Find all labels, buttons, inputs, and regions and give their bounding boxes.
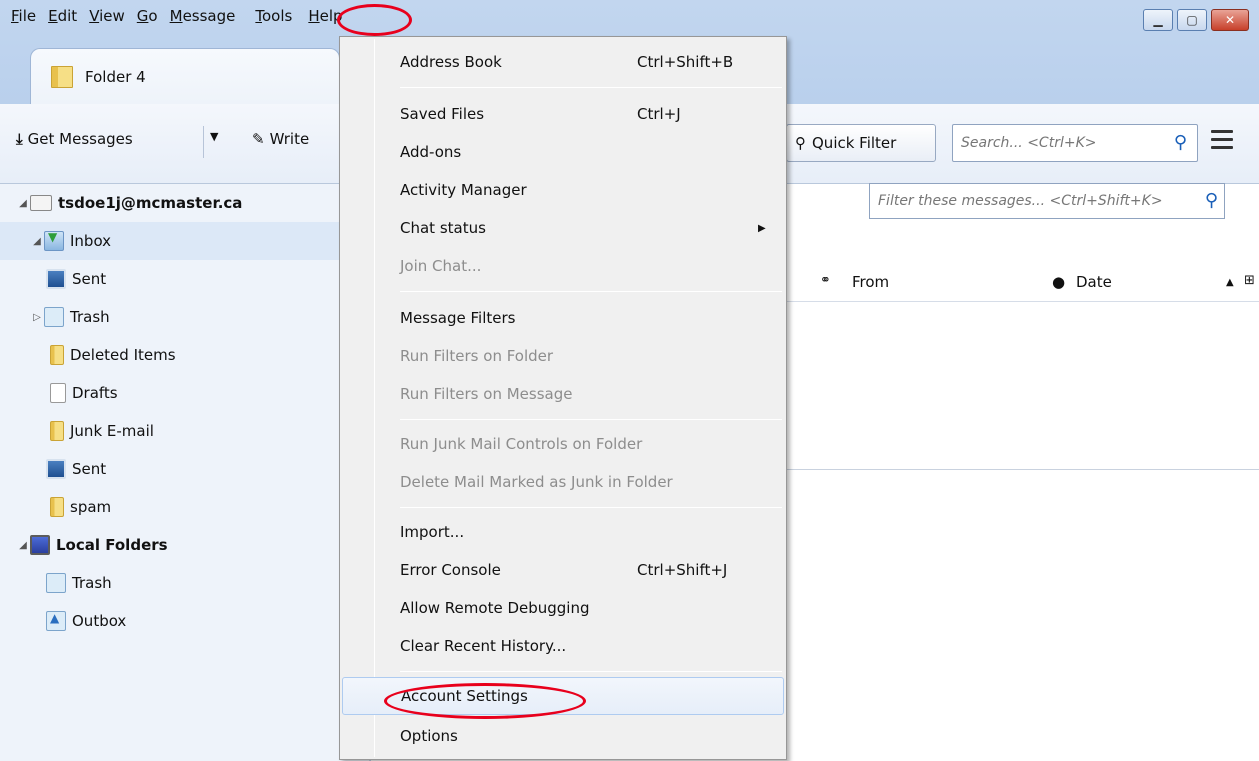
folder-junk-email[interactable]: Junk E-mail: [50, 412, 154, 450]
maximize-icon[interactable]: ▢: [1177, 9, 1207, 31]
menu-item-add-ons[interactable]: Add-ons: [342, 133, 784, 171]
menubar: File Edit View Go Message Tools Help: [0, 0, 1259, 34]
menu-view[interactable]: View: [84, 6, 130, 28]
sent-icon: [46, 269, 66, 289]
menu-separator: [400, 87, 782, 88]
tab-folder[interactable]: Folder 4: [30, 48, 340, 104]
local-folder-outbox[interactable]: Outbox: [46, 602, 126, 640]
menu-item-delete-junk: Delete Mail Marked as Junk in Folder: [400, 473, 673, 491]
account-settings-highlight-circle: [384, 683, 586, 719]
drafts-icon: [50, 383, 66, 403]
menu-item-import[interactable]: Import...: [342, 513, 784, 551]
toolbar-separator: [203, 126, 204, 158]
folder-icon: [50, 497, 64, 517]
menu-item-activity-manager[interactable]: Activity Manager: [342, 171, 784, 209]
menu-item-chat-status[interactable]: Chat status ▶: [342, 209, 784, 247]
menu-separator: [400, 507, 782, 508]
menu-item-address-book[interactable]: Address Book Ctrl+Shift+B: [342, 43, 784, 81]
junk-status-icon[interactable]: ●: [1052, 273, 1065, 291]
search-input[interactable]: Search... <Ctrl+K> ⚲: [952, 124, 1198, 162]
menu-item-join-chat: Join Chat...: [400, 257, 482, 275]
menu-item-options[interactable]: Options: [342, 717, 784, 755]
menu-item-message-filters[interactable]: Message Filters: [342, 299, 784, 337]
trash-icon: [46, 573, 66, 593]
folder-trash[interactable]: ▷ Trash: [30, 298, 110, 336]
folder-pane: ◢ tsdoe1j@mcmaster.ca ◢ Inbox Sent ▷ Tra…: [0, 184, 370, 761]
search-icon[interactable]: ⚲: [1205, 190, 1218, 211]
tools-menu: Address Book Ctrl+Shift+B Saved Files Ct…: [339, 36, 787, 760]
minimize-icon[interactable]: ▁: [1143, 9, 1173, 31]
folder-icon: [51, 65, 73, 88]
menu-item-run-junk-controls: Run Junk Mail Controls on Folder: [400, 435, 643, 453]
folder-inbox[interactable]: ◢ Inbox: [0, 222, 370, 260]
window-controls: ▁ ▢ ✕: [1143, 9, 1249, 31]
collapse-arrow-icon[interactable]: ◢: [16, 540, 30, 551]
menu-item-clear-history[interactable]: Clear Recent History...: [342, 627, 784, 665]
menu-separator: [400, 671, 782, 672]
folder-sent-2[interactable]: Sent: [46, 450, 106, 488]
menu-item-remote-debugging[interactable]: Allow Remote Debugging: [342, 589, 784, 627]
collapse-arrow-icon[interactable]: ◢: [16, 198, 30, 209]
search-icon[interactable]: ⚲: [1174, 132, 1187, 153]
menu-item-run-filters-message: Run Filters on Message: [400, 385, 573, 403]
expand-arrow-icon[interactable]: ▷: [30, 312, 44, 323]
local-folder-trash[interactable]: Trash: [46, 564, 112, 602]
column-date[interactable]: Date: [1076, 273, 1112, 291]
submenu-arrow-icon: ▶: [758, 222, 766, 234]
menu-go[interactable]: Go: [132, 6, 163, 28]
menu-item-error-console[interactable]: Error Console Ctrl+Shift+J: [342, 551, 784, 589]
folder-drafts[interactable]: Drafts: [50, 374, 118, 412]
column-from[interactable]: From: [852, 273, 889, 291]
folder-spam[interactable]: spam: [50, 488, 111, 526]
pane-divider[interactable]: [780, 469, 1259, 470]
sent-icon: [46, 459, 66, 479]
menu-edit[interactable]: Edit: [43, 6, 82, 28]
menu-message[interactable]: Message: [165, 6, 241, 28]
folder-sent[interactable]: Sent: [46, 260, 106, 298]
get-messages-button[interactable]: ⤓ Get Messages: [16, 130, 133, 148]
sort-ascending-icon: ▲: [1226, 277, 1234, 288]
app-menu-icon[interactable]: [1211, 130, 1233, 154]
menu-item-saved-files[interactable]: Saved Files Ctrl+J: [342, 95, 784, 133]
column-picker-icon[interactable]: ⊞: [1244, 273, 1255, 288]
quick-filter-button[interactable]: ⚲ Quick Filter: [786, 124, 936, 162]
menu-separator: [400, 419, 782, 420]
local-folders-row[interactable]: ◢ Local Folders: [16, 526, 168, 564]
computer-icon: [30, 535, 50, 555]
inbox-icon: [44, 230, 64, 251]
account-row[interactable]: ◢ tsdoe1j@mcmaster.ca: [16, 184, 242, 222]
thunderbird-window: File Edit View Go Message Tools Help ▁ ▢…: [0, 0, 1259, 761]
close-icon[interactable]: ✕: [1211, 9, 1249, 31]
folder-icon: [50, 421, 64, 441]
menu-file[interactable]: File: [6, 6, 41, 28]
filter-messages-input[interactable]: Filter these messages... <Ctrl+Shift+K> …: [869, 183, 1225, 219]
download-icon: ⤓: [16, 130, 23, 148]
outbox-icon: [46, 611, 66, 631]
folder-icon: [50, 345, 64, 365]
menu-item-run-filters-folder: Run Filters on Folder: [400, 347, 554, 365]
folder-deleted-items[interactable]: Deleted Items: [50, 336, 176, 374]
tab-label: Folder 4: [85, 67, 146, 86]
pencil-icon: ✎: [252, 130, 265, 148]
trash-icon: [44, 307, 64, 327]
mail-account-icon: [30, 195, 52, 211]
thread-icon[interactable]: ⚭: [820, 273, 831, 288]
tools-highlight-circle: [337, 4, 412, 36]
menu-separator: [400, 291, 782, 292]
collapse-arrow-icon[interactable]: ◢: [30, 236, 44, 247]
message-column-header: ⚭ From ● Date ▲ ⊞: [780, 264, 1259, 302]
menu-tools[interactable]: Tools: [250, 6, 297, 28]
get-messages-dropdown-icon[interactable]: ▼: [210, 130, 218, 143]
magnifier-icon: ⚲: [795, 134, 806, 152]
write-button[interactable]: ✎ Write: [252, 130, 309, 148]
